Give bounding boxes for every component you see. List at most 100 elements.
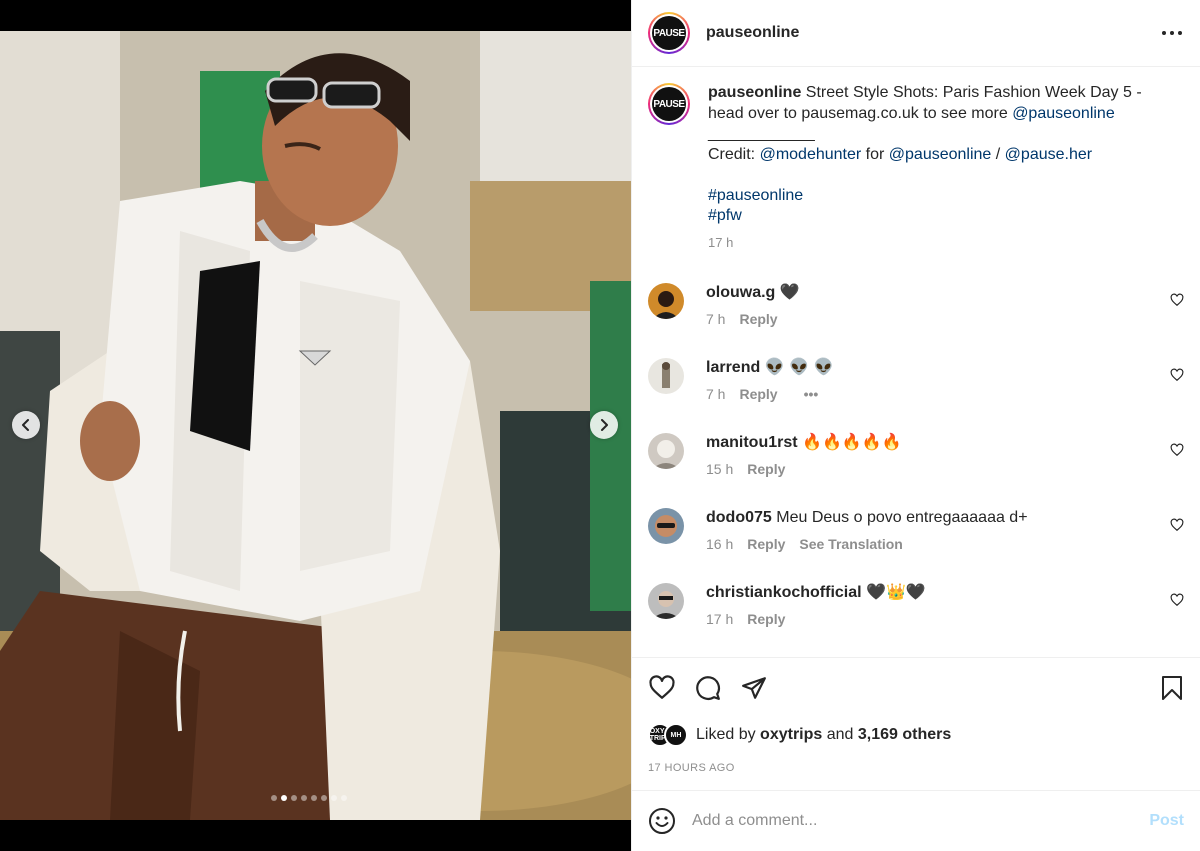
credit-label: Credit: [708, 145, 760, 163]
likes-count-button[interactable]: 3,169 others [858, 726, 951, 743]
post-caption: PAUSE pauseonline Street Style Shots: Pa… [632, 67, 1200, 253]
carousel-dot [311, 795, 317, 801]
comment-avatar[interactable] [648, 358, 684, 394]
credit-separator: / [991, 145, 1005, 163]
comment-text: 🖤👑🖤 [866, 584, 926, 601]
comment-time: 15 h [706, 461, 734, 477]
comment-item: dodo075 Meu Deus o povo entregaaaaaa d+ … [632, 508, 1200, 583]
comment-text: 🔥🔥🔥🔥🔥 [802, 434, 902, 451]
post-header: PAUSE pauseonline [632, 0, 1200, 67]
save-button[interactable] [1158, 674, 1186, 702]
comment-avatar[interactable] [648, 508, 684, 544]
comment-item: olouwa.g 🖤 7 h Reply [632, 283, 1200, 358]
chevron-right-icon [601, 419, 608, 431]
comment-username[interactable]: larrend [706, 359, 760, 376]
caption-username[interactable]: pauseonline [708, 84, 801, 101]
more-horizontal-icon [1162, 31, 1182, 35]
post-comment-button[interactable]: Post [1149, 812, 1184, 830]
emoji-icon[interactable] [648, 807, 676, 835]
comment-item: larrend 👽 👽 👽 7 h Reply ••• [632, 358, 1200, 433]
reply-button[interactable]: Reply [747, 611, 785, 627]
like-button[interactable] [648, 674, 676, 702]
comment-username[interactable]: dodo075 [706, 509, 772, 526]
liker-username[interactable]: oxytrips [760, 726, 822, 743]
comment-button[interactable] [694, 674, 722, 702]
like-comment-heart-icon[interactable] [1170, 368, 1184, 382]
post-timestamp: 17 HOURS AGO [648, 762, 735, 774]
like-comment-heart-icon[interactable] [1170, 518, 1184, 532]
caption-mention[interactable]: @pauseonline [1012, 105, 1115, 122]
hashtag-pauseonline[interactable]: #pauseonline [708, 186, 1168, 207]
carousel-dot [291, 795, 297, 801]
carousel-indicator [271, 795, 347, 801]
comment-time: 7 h [706, 386, 726, 402]
comment-username[interactable]: manitou1rst [706, 434, 798, 451]
comment-avatar[interactable] [648, 283, 684, 319]
comment-bubble-icon [696, 676, 720, 700]
post-actions: OXY TRIPS MH Liked by oxytrips and 3,169… [632, 657, 1200, 774]
caption-avatar-logo-text: PAUSE [652, 87, 686, 121]
add-comment-bar: Post [632, 790, 1200, 851]
reply-button[interactable]: Reply [739, 311, 777, 327]
carousel-dot [301, 795, 307, 801]
share-button[interactable] [740, 674, 768, 702]
avatar-photo-icon [655, 515, 677, 537]
hashtag-pfw[interactable]: #pfw [708, 206, 1168, 227]
author-username[interactable]: pauseonline [706, 24, 1160, 42]
liker-avatar-mh[interactable]: MH [664, 723, 688, 747]
avatar-photo-icon [652, 591, 680, 619]
post-photo [0, 31, 631, 820]
comment-text: 🖤 [779, 284, 800, 301]
comment-input[interactable] [692, 812, 1150, 830]
like-comment-heart-icon[interactable] [1170, 443, 1184, 457]
avatar-photo-icon [653, 291, 679, 319]
comment-time: 7 h [706, 311, 726, 327]
previous-photo-button[interactable] [12, 411, 40, 439]
comment-text: 👽 👽 👽 [764, 359, 834, 376]
comment-username[interactable]: christiankochofficial [706, 584, 862, 601]
avatar-photo-icon [652, 440, 680, 469]
bookmark-icon [1162, 676, 1182, 700]
carousel-dot [271, 795, 277, 801]
next-photo-button[interactable] [590, 411, 618, 439]
comment-options-button[interactable]: ••• [804, 386, 819, 402]
credit-mention-modehunter[interactable]: @modehunter [760, 146, 862, 163]
carousel-dot [321, 795, 327, 801]
avatar-photo-icon [662, 362, 670, 388]
like-comment-heart-icon[interactable] [1170, 593, 1184, 607]
comment-text: Meu Deus o povo entregaaaaaa d+ [776, 509, 1028, 526]
carousel-dot [331, 795, 337, 801]
photo-illustration [0, 31, 631, 820]
reply-button[interactable]: Reply [747, 536, 785, 552]
carousel-dot [281, 795, 287, 801]
comment-username[interactable]: olouwa.g [706, 284, 775, 301]
comments-list[interactable]: PAUSE pauseonline Street Style Shots: Pa… [632, 67, 1200, 657]
paper-plane-icon [742, 677, 766, 699]
reply-button[interactable]: Reply [739, 386, 777, 402]
likes-summary: OXY TRIPS MH Liked by oxytrips and 3,169… [648, 720, 1184, 750]
author-avatar[interactable]: PAUSE [648, 12, 690, 54]
caption-timestamp: 17 h [708, 234, 734, 250]
comment-avatar[interactable] [648, 583, 684, 619]
comment-time: 17 h [706, 611, 734, 627]
credit-mention-pauseonline[interactable]: @pauseonline [889, 146, 992, 163]
credit-mention-pauseher[interactable]: @pause.her [1005, 146, 1092, 163]
instagram-post-modal: PAUSE pauseonline PAUSE pauseonline Stre… [0, 0, 1200, 851]
comment-time: 16 h [706, 536, 734, 552]
credit-for-text: for [861, 145, 889, 163]
comment-item: christiankochofficial 🖤👑🖤 17 h Reply [632, 583, 1200, 657]
heart-icon [649, 675, 675, 699]
avatar-logo-text: PAUSE [652, 16, 686, 50]
see-translation-button[interactable]: See Translation [799, 536, 902, 552]
caption-author-avatar[interactable]: PAUSE [648, 83, 690, 125]
reply-button[interactable]: Reply [747, 461, 785, 477]
post-media [0, 0, 631, 851]
chevron-left-icon [22, 419, 29, 431]
more-options-button[interactable] [1160, 21, 1184, 45]
carousel-dot [341, 795, 347, 801]
caption-divider: ____________ [708, 125, 815, 142]
like-comment-heart-icon[interactable] [1170, 293, 1184, 307]
liked-and-text: and [822, 726, 858, 743]
comment-item: manitou1rst 🔥🔥🔥🔥🔥 15 h Reply [632, 433, 1200, 508]
comment-avatar[interactable] [648, 433, 684, 469]
